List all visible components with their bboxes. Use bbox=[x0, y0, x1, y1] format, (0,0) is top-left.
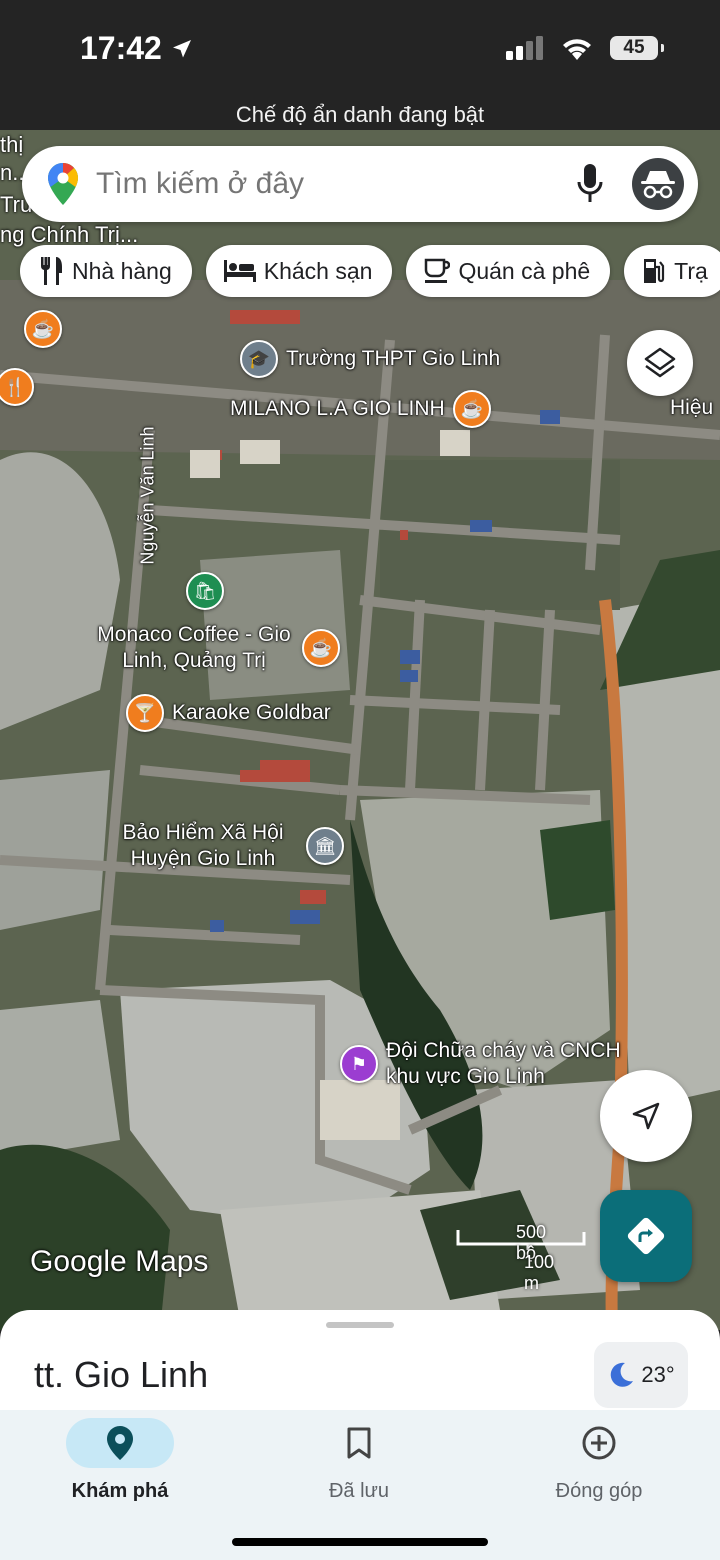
government-icon: 🏛 bbox=[306, 827, 344, 865]
category-chips: Nhà hàng Khách sạn Quán cà phê Trạ bbox=[20, 245, 720, 297]
satellite-imagery bbox=[0, 130, 720, 1330]
layers-icon bbox=[644, 347, 676, 378]
street-label: Nguyễn Văn Linh bbox=[137, 426, 158, 565]
edge-label: thị bbox=[0, 132, 24, 157]
fork-knife-icon bbox=[40, 257, 62, 285]
nav-icon-container bbox=[305, 1418, 413, 1468]
chip-hotels[interactable]: Khách sạn bbox=[205, 245, 393, 297]
fuel-pump-icon bbox=[644, 259, 665, 283]
sheet-drag-handle[interactable] bbox=[326, 1322, 394, 1328]
directions-icon bbox=[627, 1217, 665, 1255]
google-maps-pin-icon bbox=[48, 163, 78, 205]
poi-green-marker[interactable]: 🛍 bbox=[186, 572, 224, 610]
moon-icon bbox=[611, 1362, 634, 1387]
poi-hieu[interactable]: Hiệu bbox=[670, 396, 713, 420]
poi-milano[interactable]: MILANO L.A GIO LINH ☕ bbox=[230, 390, 491, 428]
coffee-cup-icon bbox=[425, 258, 451, 283]
poi-fire-station[interactable]: ⚑ Đội Chữa cháy và CNCH khu vực Gio Linh bbox=[340, 1038, 656, 1090]
poi-karaoke[interactable]: 🍸 Karaoke Goldbar bbox=[126, 694, 331, 732]
place-title: tt. Gio Linh bbox=[34, 1354, 209, 1395]
poi-school[interactable]: 🎓 Trường THPT Gio Linh bbox=[240, 340, 500, 378]
directions-button[interactable] bbox=[600, 1190, 692, 1282]
nav-explore[interactable]: Khám phá bbox=[20, 1418, 220, 1503]
poi-label: Monaco Coffee - Gio Linh, Quảng Trị bbox=[97, 623, 291, 672]
poi-monaco-coffee[interactable]: Monaco Coffee - Gio Linh, Quảng Trị ☕ bbox=[94, 622, 340, 674]
chip-label: Trạ bbox=[674, 257, 708, 284]
poi-restaurant-edge[interactable]: 🍴 bbox=[0, 368, 34, 406]
chip-coffee[interactable]: Quán cà phê bbox=[406, 245, 611, 297]
mic-icon[interactable] bbox=[570, 160, 610, 208]
weather-chip[interactable]: 23° bbox=[594, 1342, 688, 1408]
status-bar: 17:42 45 Chế độ ẩn danh đang bật bbox=[0, 0, 720, 130]
poi-label: Hiệu bbox=[670, 396, 714, 419]
time-text: 17:42 bbox=[80, 30, 162, 66]
school-icon: 🎓 bbox=[240, 340, 278, 378]
scale-metric: 100 m bbox=[524, 1252, 555, 1293]
fork-knife-icon: 🍴 bbox=[0, 368, 34, 406]
nav-contribute[interactable]: Đóng góp bbox=[499, 1418, 699, 1503]
poi-coffee-edge[interactable]: ☕ bbox=[24, 310, 62, 348]
cellular-signal-icon bbox=[506, 36, 543, 60]
temperature: 23° bbox=[641, 1362, 675, 1387]
coffee-icon: ☕ bbox=[302, 629, 340, 667]
map-view[interactable]: thị n... Trư ng Chính Trị... ☕ 🍴 🎓 Trườn… bbox=[0, 130, 720, 1330]
poi-label: Trường THPT Gio Linh bbox=[286, 347, 501, 370]
wifi-icon bbox=[563, 39, 591, 60]
location-pin-icon bbox=[107, 1426, 133, 1460]
cocktail-icon: 🍸 bbox=[126, 694, 164, 732]
battery-indicator: 45 bbox=[610, 36, 664, 60]
coffee-icon: ☕ bbox=[24, 310, 62, 348]
bed-icon bbox=[223, 260, 256, 282]
location-arrow-icon bbox=[172, 39, 191, 57]
google-maps-watermark: Google Maps bbox=[30, 1245, 209, 1278]
incognito-button[interactable] bbox=[632, 158, 684, 210]
add-circle-icon bbox=[582, 1426, 616, 1460]
shop-icon: 🛍 bbox=[186, 572, 224, 610]
nav-icon-container bbox=[66, 1418, 174, 1468]
poi-label: Bảo Hiểm Xã Hội Huyện Gio Linh bbox=[122, 821, 284, 870]
incognito-icon bbox=[641, 171, 675, 199]
coffee-icon: ☕ bbox=[452, 390, 491, 428]
fire-station-icon: ⚑ bbox=[340, 1045, 378, 1083]
clock: 17:42 bbox=[80, 30, 194, 67]
battery-level: 45 bbox=[623, 37, 645, 58]
chip-label: Quán cà phê bbox=[458, 257, 591, 284]
poi-label: Karaoke Goldbar bbox=[172, 701, 331, 724]
incognito-banner: Chế độ ẩn danh đang bật bbox=[235, 102, 485, 127]
my-location-button[interactable] bbox=[600, 1070, 692, 1162]
search-bar[interactable] bbox=[22, 146, 698, 222]
navigation-arrow-icon bbox=[632, 1102, 660, 1130]
nav-label: Đóng góp bbox=[555, 1480, 643, 1502]
chip-gas-stations[interactable]: Trạ bbox=[624, 245, 720, 297]
poi-label: MILANO L.A GIO LINH bbox=[230, 397, 445, 420]
home-indicator[interactable] bbox=[232, 1538, 488, 1546]
nav-saved[interactable]: Đã lưu bbox=[259, 1418, 459, 1503]
layers-button[interactable] bbox=[627, 330, 693, 396]
bookmark-icon bbox=[347, 1427, 371, 1459]
search-input[interactable] bbox=[96, 167, 570, 201]
nav-label: Khám phá bbox=[71, 1480, 169, 1502]
poi-social-insurance[interactable]: Bảo Hiểm Xã Hội Huyện Gio Linh 🏛 bbox=[108, 820, 344, 872]
chip-label: Khách sạn bbox=[263, 257, 373, 284]
chip-restaurants[interactable]: Nhà hàng bbox=[20, 245, 192, 297]
chip-label: Nhà hàng bbox=[72, 257, 172, 284]
system-icons: 45 bbox=[506, 36, 664, 60]
nav-label: Đã lưu bbox=[328, 1480, 390, 1502]
nav-icon-container bbox=[545, 1418, 653, 1468]
